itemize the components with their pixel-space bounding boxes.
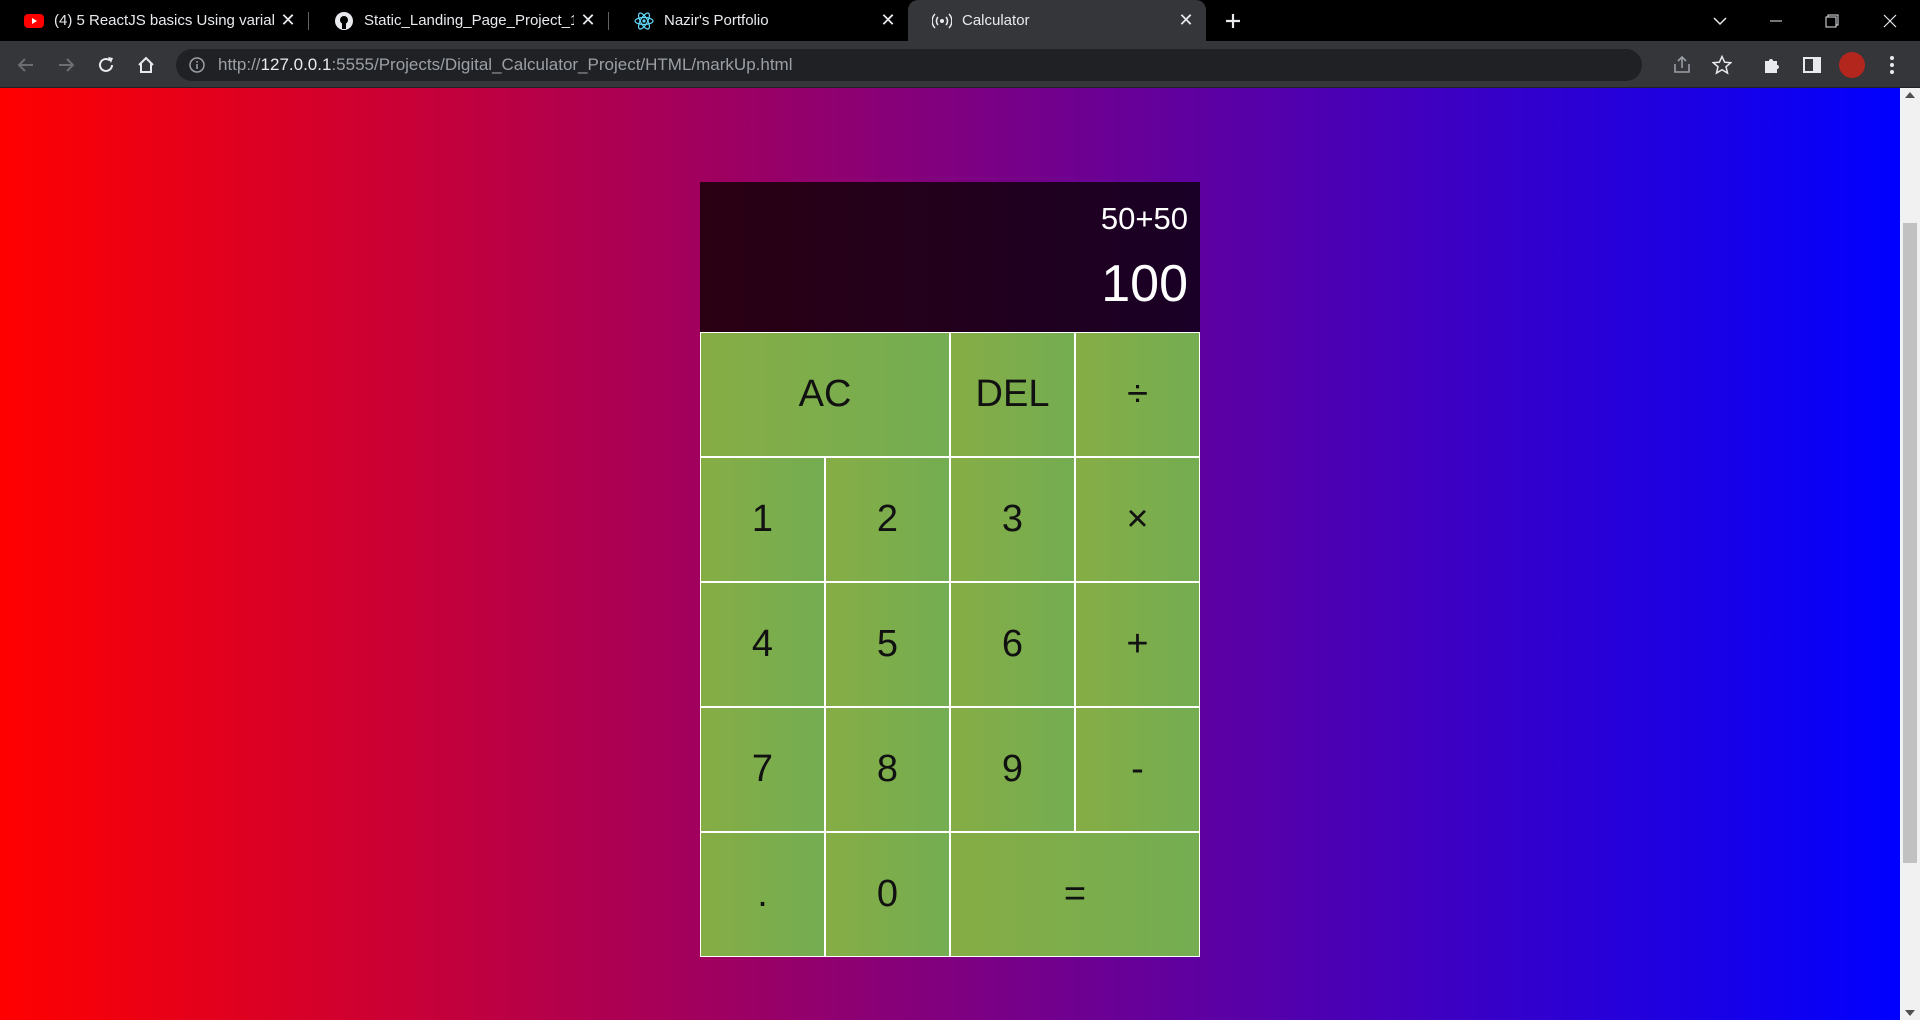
equals-button[interactable]: = <box>950 832 1200 957</box>
forward-button[interactable] <box>50 49 82 81</box>
digit-5-button[interactable]: 5 <box>825 582 950 707</box>
plus-button[interactable]: + <box>1075 582 1200 707</box>
tab-title: Static_Landing_Page_Project_1/H <box>364 12 574 29</box>
close-icon <box>1883 14 1897 27</box>
digit-0-button[interactable]: 0 <box>825 832 950 957</box>
minus-button[interactable]: - <box>1075 707 1200 832</box>
multiply-button[interactable]: × <box>1075 457 1200 582</box>
share-icon <box>1674 56 1690 73</box>
page-viewport: 50+50 100 AC DEL ÷ 1 2 3 × 4 5 6 + 7 8 9… <box>0 88 1900 1020</box>
digit-8-button[interactable]: 8 <box>825 707 950 832</box>
info-icon[interactable] <box>186 54 208 76</box>
scrollbar-thumb[interactable] <box>1903 223 1917 863</box>
youtube-icon <box>24 11 44 31</box>
star-icon <box>1712 55 1732 75</box>
digit-7-button[interactable]: 7 <box>700 707 825 832</box>
tab-title: Calculator <box>962 12 1030 29</box>
kebab-menu-icon <box>1890 56 1894 74</box>
profile-button[interactable] <box>1836 49 1868 81</box>
tab-portfolio[interactable]: Nazir's Portfolio ✕ <box>610 0 908 41</box>
menu-button[interactable] <box>1876 49 1908 81</box>
all-clear-button[interactable]: AC <box>700 332 950 457</box>
close-window-button[interactable] <box>1862 0 1918 41</box>
github-icon <box>334 11 354 31</box>
divide-button[interactable]: ÷ <box>1075 332 1200 457</box>
restore-button[interactable] <box>1804 0 1860 41</box>
minimize-button[interactable] <box>1748 0 1804 41</box>
current-operand: 100 <box>1101 254 1188 313</box>
calculator-display: 50+50 100 <box>700 182 1200 332</box>
home-button[interactable] <box>130 49 162 81</box>
tab-calculator[interactable]: Calculator ✕ <box>908 0 1206 41</box>
scroll-down-arrow-icon[interactable] <box>1905 1010 1915 1016</box>
tab-title: Nazir's Portfolio <box>664 12 769 29</box>
tab-separator <box>308 12 309 30</box>
minimize-icon <box>1770 20 1782 21</box>
digit-6-button[interactable]: 6 <box>950 582 1075 707</box>
digit-9-button[interactable]: 9 <box>950 707 1075 832</box>
url-host: 127.0.0.1 <box>260 55 332 74</box>
restore-icon <box>1825 14 1839 27</box>
side-panel-icon <box>1803 57 1821 73</box>
previous-operand: 50+50 <box>1100 200 1188 236</box>
avatar <box>1839 52 1865 78</box>
digit-4-button[interactable]: 4 <box>700 582 825 707</box>
digit-3-button[interactable]: 3 <box>950 457 1075 582</box>
calculator: 50+50 100 AC DEL ÷ 1 2 3 × 4 5 6 + 7 8 9… <box>700 182 1200 957</box>
reload-icon <box>99 57 113 72</box>
home-icon <box>138 56 154 73</box>
close-icon[interactable]: ✕ <box>874 7 902 35</box>
scroll-up-arrow-icon[interactable] <box>1905 92 1915 98</box>
back-button[interactable] <box>10 49 42 81</box>
address-bar[interactable]: http://127.0.0.1:5555/Projects/Digital_C… <box>176 49 1642 81</box>
browser-toolbar: http://127.0.0.1:5555/Projects/Digital_C… <box>0 41 1920 88</box>
decimal-point-button[interactable]: . <box>700 832 825 957</box>
tab-search-button[interactable] <box>1692 0 1748 41</box>
chevron-down-icon <box>1713 16 1727 25</box>
puzzle-icon <box>1765 59 1779 73</box>
delete-button[interactable]: DEL <box>950 332 1075 457</box>
close-icon[interactable]: ✕ <box>574 7 602 35</box>
tab-strip: (4) 5 ReactJS basics Using variabl ✕ Sta… <box>0 0 1920 41</box>
url-text: http://127.0.0.1:5555/Projects/Digital_C… <box>218 55 793 75</box>
page-scrollbar[interactable] <box>1900 88 1920 1020</box>
close-icon[interactable]: ✕ <box>1172 7 1200 35</box>
share-button[interactable] <box>1666 49 1698 81</box>
bookmark-button[interactable] <box>1706 49 1738 81</box>
tab-github[interactable]: Static_Landing_Page_Project_1/H ✕ <box>310 0 608 41</box>
plus-icon <box>1226 14 1240 28</box>
digit-2-button[interactable]: 2 <box>825 457 950 582</box>
reload-button[interactable] <box>90 49 122 81</box>
tab-separator <box>608 12 609 30</box>
arrow-right-icon <box>59 58 75 72</box>
broadcast-icon <box>932 11 952 31</box>
tab-title: (4) 5 ReactJS basics Using variabl <box>54 12 274 29</box>
tab-youtube[interactable]: (4) 5 ReactJS basics Using variabl ✕ <box>0 0 308 41</box>
side-panel-button[interactable] <box>1796 49 1828 81</box>
react-icon <box>634 11 654 31</box>
close-icon[interactable]: ✕ <box>274 7 302 35</box>
new-tab-button[interactable] <box>1218 6 1248 36</box>
arrow-left-icon <box>17 58 33 72</box>
digit-1-button[interactable]: 1 <box>700 457 825 582</box>
url-scheme: http:// <box>218 55 261 74</box>
url-path: :5555/Projects/Digital_Calculator_Projec… <box>331 55 793 74</box>
extensions-button[interactable] <box>1756 49 1788 81</box>
